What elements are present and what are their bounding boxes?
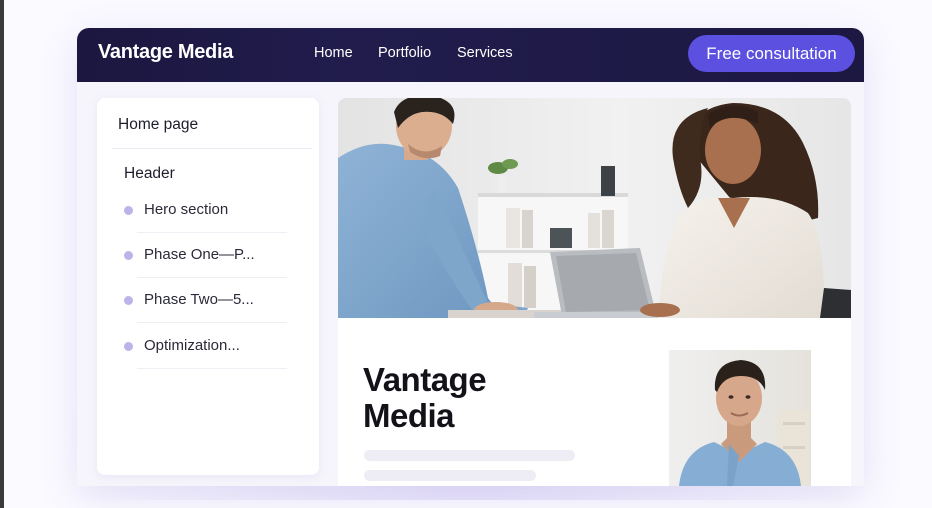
hero-title: Vantage Media — [363, 361, 487, 434]
nav-link-home[interactable]: Home — [314, 45, 353, 61]
nav-link-portfolio[interactable]: Portfolio — [378, 45, 431, 61]
left-window-edge — [0, 0, 4, 508]
hero-title-line-2: Media — [363, 397, 455, 434]
text-placeholder-bar — [364, 470, 536, 481]
sidebar-item-home-page[interactable]: Home page — [118, 116, 198, 134]
sidebar-item-label: Optimization... — [144, 337, 240, 354]
bullet-dot-icon — [124, 206, 133, 215]
sidebar-item-divider — [137, 368, 287, 369]
top-navbar: Vantage Media Home Portfolio Services Fr… — [77, 28, 864, 82]
nav-link-services[interactable]: Services — [457, 45, 513, 61]
sidebar-item-divider — [137, 277, 287, 278]
bullet-dot-icon — [124, 251, 133, 260]
sidebar-item-divider — [137, 232, 287, 233]
portrait-image — [669, 350, 811, 486]
page-structure-sidebar: Home page Header Hero section Phase One—… — [97, 98, 319, 475]
sidebar-item-divider — [137, 322, 287, 323]
sidebar-item-label: Hero section — [144, 201, 229, 218]
main-preview-area: Vantage Media — [338, 98, 851, 486]
bullet-dot-icon — [124, 296, 133, 305]
sidebar-item-label: Phase Two—5... — [144, 291, 254, 308]
hero-image — [338, 98, 851, 318]
sidebar-divider — [112, 148, 312, 149]
brand-logo[interactable]: Vantage Media — [98, 41, 233, 64]
hero-title-line-1: Vantage — [363, 361, 487, 398]
free-consultation-button[interactable]: Free consultation — [688, 35, 855, 72]
sidebar-section-header[interactable]: Header — [124, 165, 175, 183]
text-placeholder-bar — [364, 450, 575, 461]
website-preview: Vantage Media Home Portfolio Services Fr… — [77, 28, 864, 486]
bullet-dot-icon — [124, 342, 133, 351]
page-content: Home page Header Hero section Phase One—… — [77, 82, 864, 486]
sidebar-item-label: Phase One—P... — [144, 246, 255, 263]
